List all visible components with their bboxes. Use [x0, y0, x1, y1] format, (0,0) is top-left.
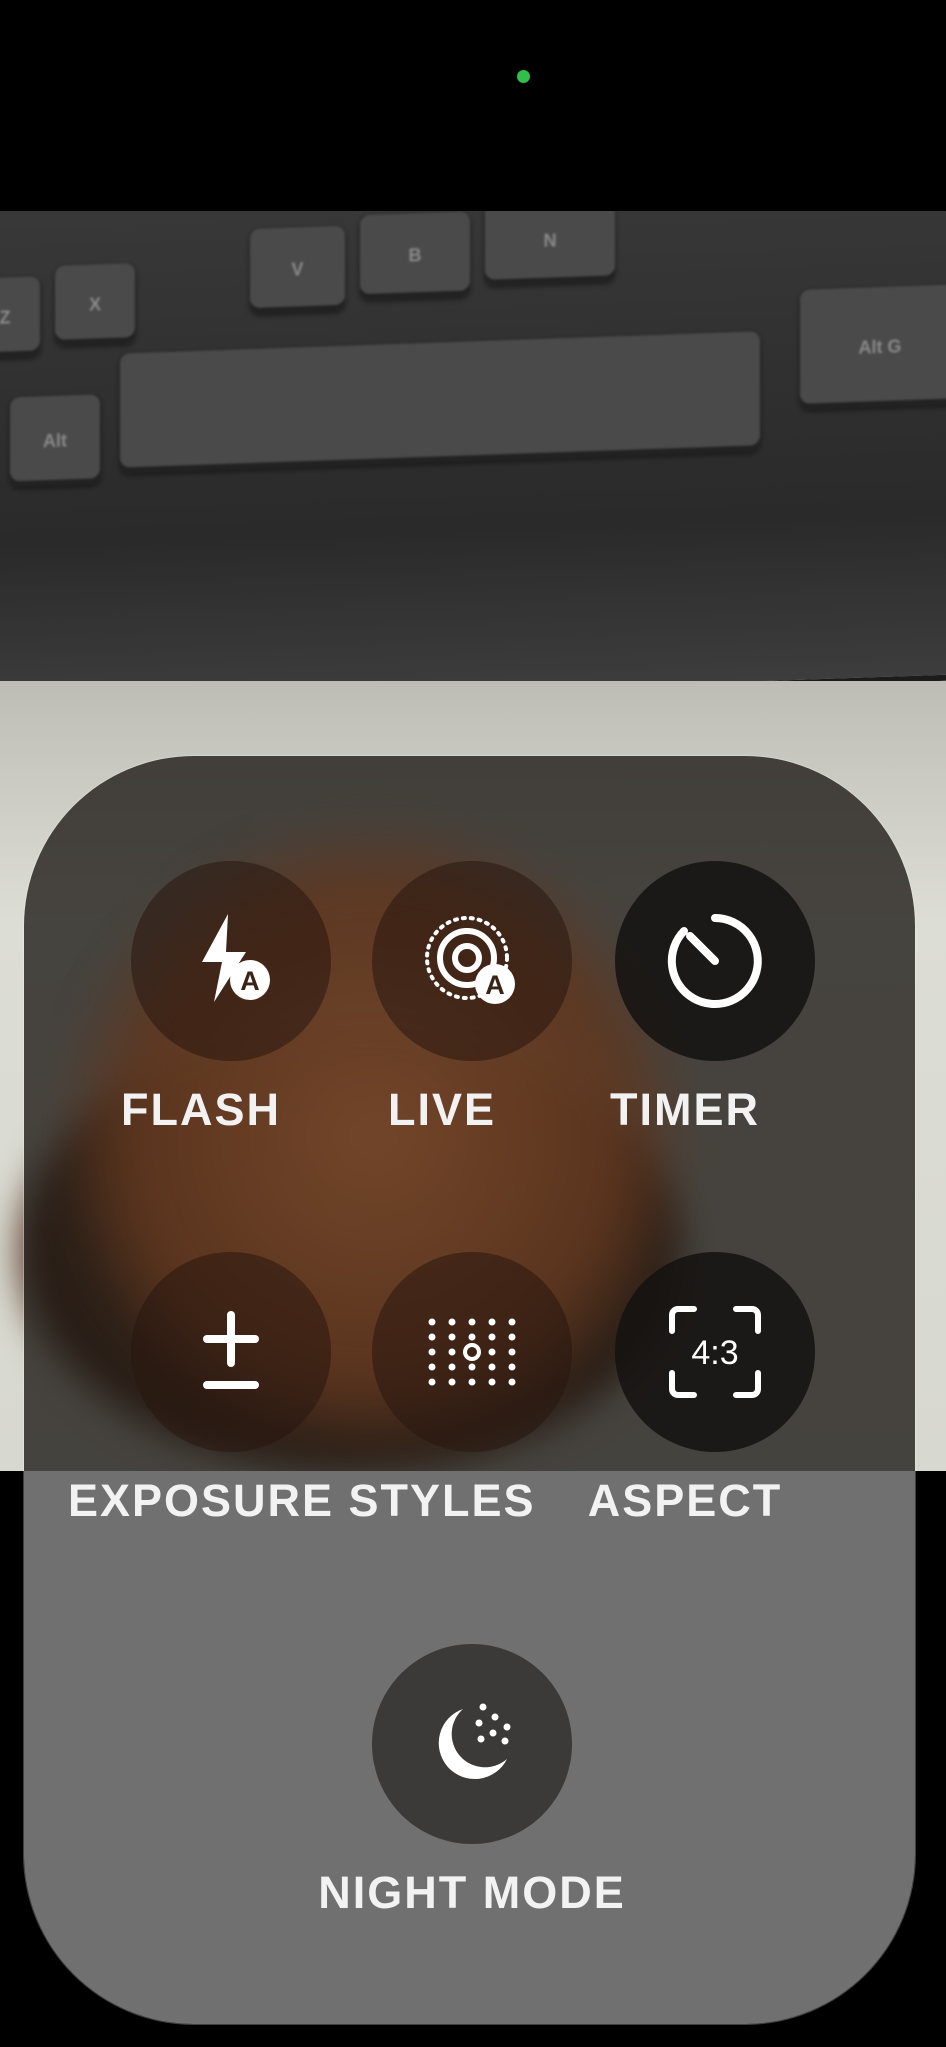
camera-in-use-indicator [517, 70, 530, 83]
aspect-ratio-value: 4:3 [691, 1334, 738, 1372]
night-mode-label: NIGHT MODE [318, 1867, 626, 1918]
live-auto-icon: A [425, 916, 515, 1004]
styles-label: STYLES [348, 1475, 536, 1526]
flash-badge: A [240, 966, 260, 996]
key: Alt [10, 394, 100, 488]
exposure-label: EXPOSURE [67, 1475, 335, 1526]
timer-icon [667, 914, 762, 1008]
key: Alt G [800, 284, 946, 410]
key: V [250, 225, 345, 315]
plus-minus-icon [203, 1311, 259, 1389]
live-badge: A [485, 970, 505, 1000]
moon-icon [438, 1703, 511, 1780]
styles-grid-icon [428, 1318, 516, 1386]
night-mode-button[interactable] [372, 1644, 572, 1844]
flash-button[interactable]: A [131, 861, 331, 1061]
timer-button[interactable] [615, 861, 815, 1061]
flash-auto-icon: A [202, 914, 270, 1002]
camera-controls-panel: A FLASH A LIVE TIMER EXPOSURE STYLES 4:3… [24, 756, 915, 2024]
key: N [485, 211, 615, 286]
flash-label: FLASH [121, 1084, 281, 1135]
spacebar-key [120, 331, 760, 474]
keyboard-scene: Z X V B N Alt Alt G [0, 211, 946, 716]
aspect-button[interactable]: 4:3 [615, 1252, 815, 1452]
timer-label: TIMER [610, 1084, 760, 1135]
key: B [360, 211, 470, 301]
key: X [55, 263, 135, 346]
aspect-ratio-icon: 4:3 [669, 1306, 761, 1398]
aspect-label: ASPECT [587, 1475, 783, 1526]
key: Z [0, 276, 40, 359]
live-photo-button[interactable]: A [372, 861, 572, 1061]
exposure-button[interactable] [131, 1252, 331, 1452]
live-label: LIVE [387, 1084, 497, 1135]
styles-button[interactable] [372, 1252, 572, 1452]
